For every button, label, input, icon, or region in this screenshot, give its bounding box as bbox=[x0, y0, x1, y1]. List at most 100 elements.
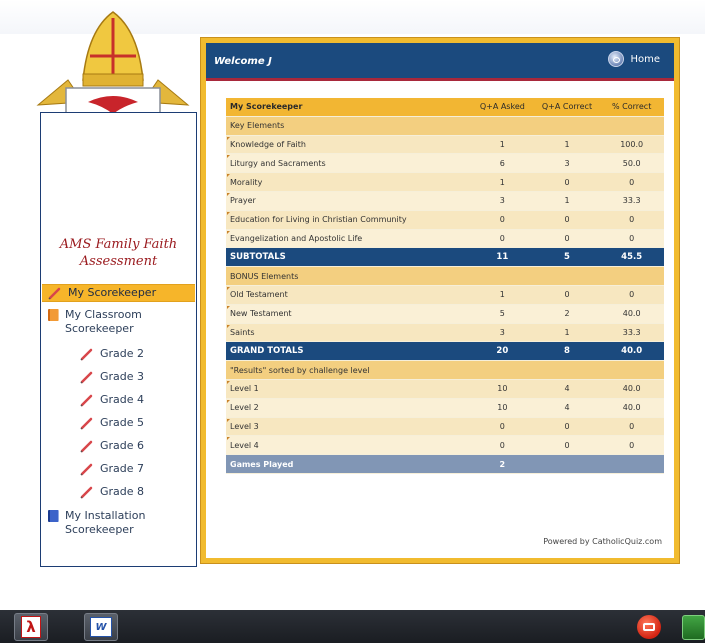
table-row[interactable]: Old Testament 1 0 0 bbox=[226, 285, 664, 305]
cell-percent: 50.0 bbox=[599, 153, 664, 174]
cell-percent: 40.0 bbox=[599, 379, 664, 399]
sidebar-item-grade-6[interactable]: Grade 6 bbox=[42, 434, 195, 457]
cell-correct: 5 bbox=[534, 247, 600, 268]
section-label: Key Elements bbox=[226, 116, 664, 136]
sidebar-item-grade-4[interactable]: Grade 4 bbox=[42, 388, 195, 411]
sidebar-item-grade-5[interactable]: Grade 5 bbox=[42, 411, 195, 434]
pencil-icon bbox=[80, 394, 93, 407]
pencil-icon bbox=[80, 486, 93, 499]
sidebar-item-label: Grade 3 bbox=[100, 369, 145, 383]
scorekeeper-table: My Scorekeeper Q+A Asked Q+A Correct % C… bbox=[226, 98, 664, 474]
column-header: Q+A Asked bbox=[470, 98, 535, 117]
row-label: Level 2 bbox=[230, 403, 259, 413]
table-row[interactable]: Liturgy and Sacraments 6 3 50.0 bbox=[226, 153, 664, 174]
tray-app-icon[interactable] bbox=[637, 615, 661, 639]
sidebar-item-grade-8[interactable]: Grade 8 bbox=[42, 480, 195, 503]
cell-asked: 0 bbox=[470, 417, 535, 437]
cell-asked: 1 bbox=[470, 285, 535, 305]
cell-asked: 10 bbox=[470, 398, 535, 418]
sidebar-item-label: Grade 7 bbox=[100, 461, 145, 475]
table-row[interactable]: Knowledge of Faith 1 1 100.0 bbox=[226, 135, 664, 155]
table-row[interactable]: Level 2 10 4 40.0 bbox=[226, 398, 664, 418]
sidebar-item-label: Grade 6 bbox=[100, 438, 145, 452]
content-header: Welcome J Home bbox=[206, 43, 674, 81]
tray-network-icon[interactable] bbox=[682, 615, 705, 640]
cell-correct: 4 bbox=[534, 398, 600, 418]
row-marker bbox=[227, 136, 230, 140]
row-label: Prayer bbox=[230, 196, 256, 206]
row-label: Games Played bbox=[226, 454, 470, 474]
cell-percent: 0 bbox=[599, 435, 664, 456]
taskbar-word-button[interactable]: W bbox=[84, 613, 118, 641]
sidebar-item-label: Grade 4 bbox=[100, 392, 145, 406]
pencil-icon bbox=[80, 348, 93, 361]
cell-percent: 33.3 bbox=[599, 191, 664, 211]
cell-percent: 0 bbox=[599, 210, 664, 230]
home-icon bbox=[608, 51, 625, 67]
pencil-icon bbox=[80, 417, 93, 430]
row-marker bbox=[227, 305, 230, 309]
sidebar-title: AMS Family Faith Assessment bbox=[59, 237, 178, 269]
table-row[interactable]: Level 3 0 0 0 bbox=[226, 417, 664, 437]
welcome-text: Welcome J bbox=[214, 56, 272, 67]
table-row[interactable]: Education for Living in Christian Commun… bbox=[226, 210, 664, 230]
cell-percent: 0 bbox=[599, 229, 664, 249]
table-row[interactable]: New Testament 5 2 40.0 bbox=[226, 304, 664, 324]
home-button[interactable]: Home bbox=[608, 51, 660, 67]
row-marker bbox=[227, 437, 230, 441]
row-marker bbox=[227, 192, 230, 196]
table-row[interactable]: Morality 1 0 0 bbox=[226, 172, 664, 192]
pencil-icon bbox=[48, 287, 61, 300]
pdf-reader-icon: λ bbox=[21, 616, 41, 638]
table-row[interactable]: Saints 3 1 33.3 bbox=[226, 323, 664, 343]
cell-correct: 1 bbox=[534, 191, 600, 211]
row-label: Level 3 bbox=[230, 421, 259, 431]
row-marker bbox=[227, 230, 230, 234]
table-row[interactable]: Prayer 3 1 33.3 bbox=[226, 191, 664, 211]
cell-asked: 0 bbox=[470, 210, 535, 230]
sidebar-item-my-installation-scorekeeper[interactable]: My Installation Scorekeeper bbox=[42, 509, 195, 539]
sidebar-item-my-classroom-scorekeeper[interactable]: My Classroom Scorekeeper bbox=[42, 308, 195, 342]
word-icon: W bbox=[90, 617, 112, 637]
cell-percent: 45.5 bbox=[599, 247, 664, 268]
cell-percent: 40.0 bbox=[599, 398, 664, 418]
cell-asked: 11 bbox=[470, 247, 535, 268]
sidebar-item-my-scorekeeper[interactable]: My Scorekeeper bbox=[42, 284, 195, 302]
table-row[interactable]: Level 4 0 0 0 bbox=[226, 435, 664, 456]
cell-asked: 1 bbox=[470, 172, 535, 192]
row-marker bbox=[227, 324, 230, 328]
sidebar-item-grade-2[interactable]: Grade 2 bbox=[42, 342, 195, 365]
cell-correct: 0 bbox=[534, 229, 600, 249]
row-marker bbox=[227, 286, 230, 290]
column-header: % Correct bbox=[599, 98, 664, 117]
cell-asked: 1 bbox=[470, 135, 535, 155]
taskbar-pdf-button[interactable]: λ bbox=[14, 613, 48, 641]
row-label: GRAND TOTALS bbox=[226, 341, 470, 362]
cell-correct: 1 bbox=[534, 323, 600, 343]
table-row[interactable]: Level 1 10 4 40.0 bbox=[226, 379, 664, 399]
row-label: Knowledge of Faith bbox=[230, 139, 306, 149]
scorekeeper-frame: Welcome J Home My Scorekeeper Q+A Asked … bbox=[200, 37, 680, 564]
cell-correct: 0 bbox=[534, 435, 600, 456]
book-icon bbox=[48, 510, 59, 522]
sidebar-item-grade-3[interactable]: Grade 3 bbox=[42, 365, 195, 388]
section-label: "Results" sorted by challenge level bbox=[226, 360, 664, 380]
book-icon bbox=[48, 309, 59, 321]
table-row[interactable]: Evangelization and Apostolic Life 0 0 0 bbox=[226, 229, 664, 249]
row-marker bbox=[227, 174, 230, 178]
cell-correct: 1 bbox=[534, 135, 600, 155]
row-label: Level 1 bbox=[230, 384, 259, 394]
row-marker bbox=[227, 399, 230, 403]
row-marker bbox=[227, 211, 230, 215]
cell-percent: 40.0 bbox=[599, 304, 664, 324]
cell-correct: 2 bbox=[534, 304, 600, 324]
table-title: My Scorekeeper bbox=[226, 98, 470, 117]
sidebar-item-label: Grade 2 bbox=[100, 346, 145, 360]
sidebar-item-label: Grade 8 bbox=[100, 484, 145, 498]
sidebar-item-grade-7[interactable]: Grade 7 bbox=[42, 457, 195, 480]
cell-correct: 4 bbox=[534, 379, 600, 399]
cell-percent: 33.3 bbox=[599, 323, 664, 343]
row-marker bbox=[227, 155, 230, 159]
row-label: Saints bbox=[230, 327, 255, 337]
cell-asked: 3 bbox=[470, 323, 535, 343]
